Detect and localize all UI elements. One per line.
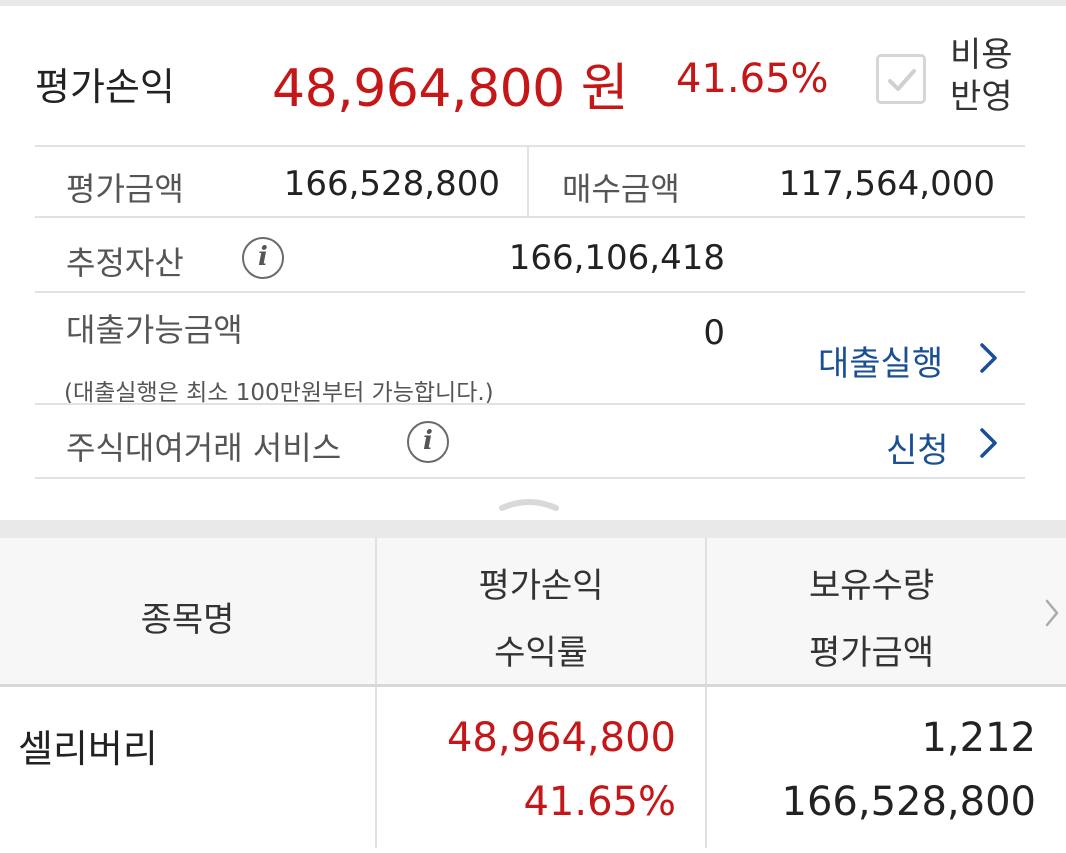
- chevron-right-icon: [980, 343, 997, 373]
- cost-reflect-label-line1: 비용: [950, 35, 1013, 75]
- stock-lending-label: 주식대여거래 서비스: [66, 429, 342, 467]
- divider: [35, 216, 1025, 218]
- row-return-rate: 41.65%: [523, 779, 676, 825]
- divider: [35, 477, 1025, 479]
- info-icon[interactable]: i: [242, 237, 284, 279]
- buy-amount-value: 117,564,000: [778, 164, 995, 204]
- info-icon[interactable]: i: [407, 421, 449, 463]
- loan-note: (대출실행은 최소 100만원부터 가능합니다.): [64, 380, 494, 406]
- buy-amount-label: 매수금액: [562, 170, 680, 208]
- column-header-rate: 수익률: [494, 633, 588, 673]
- eval-amount-label: 평가금액: [66, 170, 184, 208]
- table-header-divider: [0, 684, 1066, 687]
- divider: [35, 403, 1025, 405]
- column-header-qty: 보유수량: [808, 566, 935, 606]
- column-header-stock-name[interactable]: 종목명: [0, 592, 375, 641]
- profit-loss-amount: 48,964,800 원: [272, 59, 629, 119]
- divider: [35, 291, 1025, 293]
- column-header-pl: 평가손익: [478, 566, 604, 606]
- cost-reflect-checkbox[interactable]: [876, 54, 926, 104]
- stock-lending-apply-label: 신청: [886, 431, 949, 471]
- estimated-asset-label: 추정자산: [66, 244, 184, 282]
- row-quantity: 1,212: [921, 715, 1036, 761]
- check-icon: [888, 69, 916, 91]
- cell-divider: [527, 146, 529, 216]
- estimated-asset-value: 166,106,418: [508, 238, 725, 278]
- column-header-eval: 평가금액: [808, 633, 935, 673]
- eval-amount-value: 166,528,800: [283, 164, 500, 204]
- section-separator: [0, 520, 1066, 538]
- chevron-right-icon: [980, 428, 997, 458]
- divider: [35, 145, 1025, 147]
- profit-loss-label: 평가손익: [35, 65, 175, 109]
- loan-execute-label: 대출실행: [818, 344, 944, 384]
- row-eval-amount: 166,528,800: [781, 779, 1036, 825]
- cost-reflect-label-line2: 반영: [950, 77, 1013, 117]
- row-profit-loss: 48,964,800: [446, 715, 676, 761]
- profit-loss-rate: 41.65%: [676, 56, 829, 102]
- loan-available-label: 대출가능금액: [66, 311, 243, 349]
- loan-available-value: 0: [703, 313, 725, 353]
- stock-name: 셀리버리: [18, 727, 158, 771]
- collapse-grip-icon[interactable]: [498, 494, 560, 514]
- profit-loss-summary: 평가손익 48,964,800 원 41.65% 비용 반영: [0, 6, 1066, 146]
- scroll-right-chevron-icon[interactable]: [1044, 598, 1060, 628]
- cost-reflect-label[interactable]: 비용 반영: [950, 34, 1030, 118]
